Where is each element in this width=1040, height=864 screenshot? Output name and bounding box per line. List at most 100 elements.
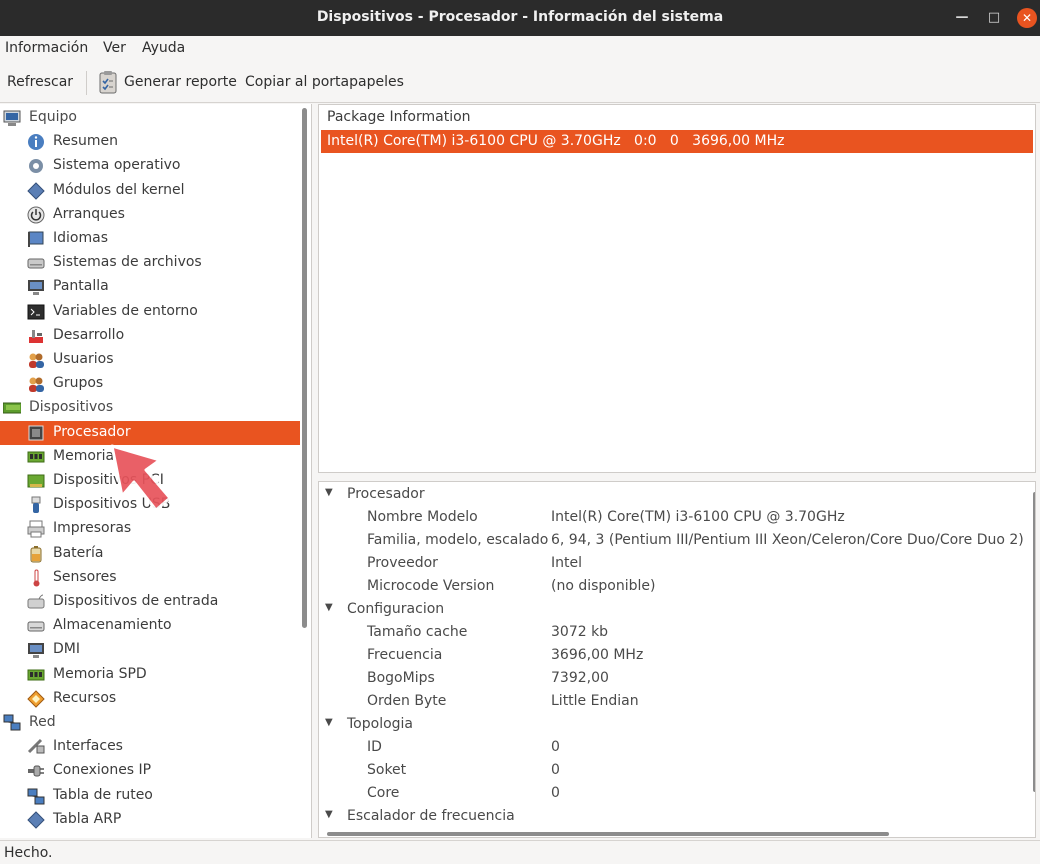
- sidebar-item-dispositivos-de-entrada[interactable]: Dispositivos de entrada: [0, 590, 300, 614]
- detail-row[interactable]: Tamaño cache 3072 kb: [319, 622, 1019, 645]
- detail-value: 6, 94, 3 (Pentium III/Pentium III Xeon/C…: [551, 532, 1024, 548]
- sidebar-item-dmi[interactable]: DMI: [0, 638, 300, 662]
- detail-key: ID: [367, 739, 382, 755]
- sidebar-item-sistema-operativo[interactable]: Sistema operativo: [0, 154, 300, 178]
- sidebar-item-resumen[interactable]: Resumen: [0, 130, 300, 154]
- storage-icon: [27, 621, 45, 632]
- sidebar-item-label: Arranques: [53, 205, 125, 222]
- sidebar-item-recursos[interactable]: Recursos: [0, 687, 300, 711]
- detail-row[interactable]: Familia, modelo, escalado 6, 94, 3 (Penti…: [319, 530, 1024, 553]
- sidebar-item-label: Módulos del kernel: [53, 181, 185, 198]
- pci-icon: [27, 474, 45, 488]
- sidebar-item-label: Dispositivos de entrada: [53, 593, 219, 609]
- menu-ver[interactable]: Ver: [103, 40, 126, 56]
- detail-row[interactable]: Microcode Version (no disponible): [319, 576, 1019, 599]
- sidebar-item-módulos-del-kernel[interactable]: Módulos del kernel: [0, 179, 300, 203]
- detail-row[interactable]: Core 0: [319, 783, 1019, 806]
- refresh-button[interactable]: Refrescar: [7, 74, 73, 90]
- detail-section-title: Procesador: [347, 486, 425, 502]
- expander-triangle-icon[interactable]: ▼: [325, 602, 333, 613]
- detail-row[interactable]: Proveedor Intel: [319, 553, 1019, 576]
- resources-icon: [27, 690, 45, 708]
- detail-value: 0: [551, 785, 560, 801]
- detail-section[interactable]: ▼ Configuracion: [319, 599, 1019, 622]
- sidebar-item-equipo[interactable]: Equipo: [0, 106, 300, 130]
- detail-row[interactable]: BogoMips 7392,00: [319, 668, 1019, 691]
- sidebar-item-dispositivos[interactable]: Dispositivos: [0, 396, 300, 420]
- board-icon: [3, 402, 21, 414]
- window-title: Dispositivos - Procesador - Información …: [316, 9, 724, 25]
- group-icon: [29, 377, 44, 393]
- package-row[interactable]: Intel(R) Core(TM) i3-6100 CPU @ 3.70GHz …: [321, 130, 1033, 153]
- sidebar-item-impresoras[interactable]: Impresoras: [0, 517, 300, 541]
- expander-triangle-icon[interactable]: ▼: [325, 487, 333, 498]
- detail-value: 3072 kb: [551, 624, 609, 640]
- sidebar-item-batería[interactable]: Batería: [0, 542, 300, 566]
- sidebar-item-tabla-arp[interactable]: Tabla ARP: [0, 808, 300, 832]
- detail-section-title: Configuracion: [347, 601, 445, 617]
- sidebar-item-label: Batería: [53, 544, 104, 561]
- title-bar: Dispositivos - Procesador - Información …: [0, 0, 1040, 36]
- info-icon: [28, 134, 44, 151]
- sidebar-scrollbar[interactable]: [302, 108, 307, 628]
- sidebar-item-red[interactable]: Red: [0, 711, 300, 735]
- detail-row[interactable]: Nombre Modelo Intel(R) Core(TM) i3-6100 C…: [319, 507, 1019, 530]
- detail-value: 0: [551, 762, 560, 778]
- sidebar-item-arranques[interactable]: Arranques: [0, 203, 300, 227]
- close-icon[interactable]: ✕: [1017, 8, 1037, 28]
- sidebar-item-grupos[interactable]: Grupos: [0, 372, 300, 396]
- detail-row[interactable]: ID 0: [319, 737, 1019, 760]
- sidebar-item-pantalla[interactable]: Pantalla: [0, 275, 300, 299]
- details-horizontal-scrollbar[interactable]: [327, 832, 889, 836]
- report-icon[interactable]: [98, 70, 118, 94]
- network-icon: [3, 714, 21, 731]
- minimize-icon[interactable]: —: [952, 8, 972, 28]
- sidebar-item-label: Pantalla: [53, 278, 109, 295]
- sidebar-item-label: Sistema operativo: [53, 157, 181, 174]
- generate-report-button[interactable]: Generar reporte: [124, 74, 237, 90]
- detail-key: Tamaño cache: [367, 624, 468, 640]
- sidebar-item-memoria-spd[interactable]: Memoria SPD: [0, 663, 300, 687]
- menu-ayuda[interactable]: Ayuda: [142, 40, 185, 56]
- details-vertical-scrollbar[interactable]: [1033, 492, 1035, 792]
- sidebar-item-label: Variables de entorno: [53, 302, 198, 319]
- sidebar-item-usuarios[interactable]: Usuarios: [0, 348, 300, 372]
- toolbar-separator: [86, 71, 87, 95]
- sidebar-item-desarrollo[interactable]: Desarrollo: [0, 324, 300, 348]
- package-info-header[interactable]: Package Information: [327, 109, 471, 125]
- detail-key: Core: [367, 785, 400, 801]
- sidebar-item-interfaces[interactable]: Interfaces: [0, 735, 300, 759]
- expander-triangle-icon[interactable]: ▼: [325, 809, 333, 820]
- power-icon: [27, 206, 45, 224]
- users-icon: [29, 353, 44, 368]
- sidebar-item-label: Interfaces: [53, 738, 123, 755]
- maximize-icon[interactable]: □: [984, 8, 1004, 28]
- sidebar-item-label: Resumen: [53, 133, 119, 150]
- detail-row[interactable]: Frecuencia 3696,00 MHz: [319, 645, 1019, 668]
- sidebar-item-label: Dispositivos: [29, 399, 114, 416]
- sidebar-item-almacenamiento[interactable]: Almacenamiento: [0, 614, 300, 638]
- detail-section[interactable]: ▼ Procesador: [319, 484, 1019, 507]
- sidebar-item-label: Idiomas: [53, 230, 108, 246]
- copy-clipboard-button[interactable]: Copiar al portapapeles: [245, 74, 404, 90]
- diamond-icon: [27, 181, 45, 200]
- sidebar-item-conexiones-ip[interactable]: Conexiones IP: [0, 759, 300, 783]
- sidebar-item-sistemas-de-archivos[interactable]: Sistemas de archivos: [0, 251, 300, 275]
- detail-row[interactable]: Soket 0: [319, 760, 1019, 783]
- tools-icon: [29, 329, 43, 343]
- detail-section[interactable]: ▼ Escalador de frecuencia: [319, 806, 1019, 829]
- battery-icon: [30, 545, 42, 563]
- cpu-icon: [28, 425, 44, 441]
- arp-icon: [27, 811, 45, 829]
- sidebar-item-sensores[interactable]: Sensores: [0, 566, 300, 590]
- detail-row[interactable]: Orden Byte Little Endian: [319, 691, 1019, 714]
- sidebar-item-variables-de-entorno[interactable]: Variables de entorno: [0, 300, 300, 324]
- package-info-panel: Package Information Intel(R) Core(TM) i3…: [318, 104, 1036, 473]
- detail-section[interactable]: ▼ Topologia: [319, 714, 1019, 737]
- sidebar-item-idiomas[interactable]: Idiomas: [0, 227, 300, 251]
- sidebar-item-label: DMI: [53, 641, 80, 658]
- sidebar-item-tabla-de-ruteo[interactable]: Tabla de ruteo: [0, 784, 300, 808]
- plug-icon: [28, 765, 44, 777]
- menu-informacion[interactable]: Información: [5, 40, 88, 56]
- expander-triangle-icon[interactable]: ▼: [325, 717, 333, 728]
